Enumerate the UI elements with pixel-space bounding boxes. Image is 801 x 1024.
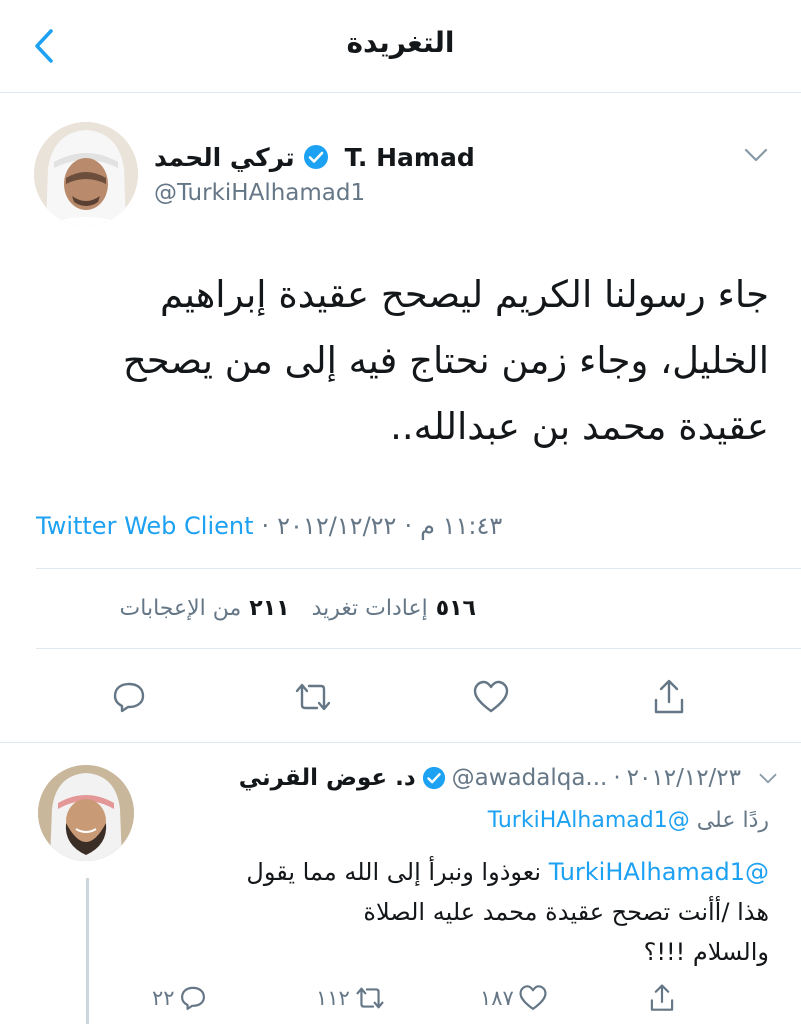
like-count: ١٨٧ (480, 986, 514, 1010)
reply-author-handle[interactable]: @awadalqa... (452, 765, 608, 791)
avatar-image (34, 122, 138, 226)
meta-separator: · (261, 512, 270, 540)
divider (36, 648, 801, 649)
retweets-label: إعادات تغريد (311, 595, 428, 621)
heart-icon (473, 680, 509, 713)
tweet-client-link[interactable]: Twitter Web Client (36, 512, 254, 540)
verified-badge-icon (303, 144, 329, 170)
author-name-arabic: تركي الحمد (154, 142, 295, 172)
share-icon (654, 679, 684, 714)
avatar-image (38, 765, 134, 861)
tweet-time: ١١:٤٣ م (420, 512, 503, 540)
reply-line: @TurkiHAlhamad1 نعوذوا ونبرأ إلى الله مم… (150, 852, 769, 892)
retweets-count: ٥١٦ (435, 595, 476, 621)
reply-author-name[interactable]: د. عوض القرني (239, 765, 416, 791)
reply-line: والسلام !!!؟ (643, 938, 769, 966)
page-title: التغريدة (346, 26, 455, 59)
tweet-stats: ٥١٦ إعادات تغريد ٢١١ من الإعجابات (36, 590, 476, 626)
likes-count: ٢١١ (249, 595, 290, 621)
tweet-line: جاء رسولنا الكريم ليصحح عقيدة إبراهيم (159, 273, 769, 316)
chevron-down-icon (744, 148, 768, 162)
reply-count: ٢٢ (152, 986, 175, 1010)
divider (0, 742, 801, 743)
retweets-stat[interactable]: ٥١٦ إعادات تغريد (312, 596, 476, 621)
likes-label: من الإعجابات (119, 595, 242, 621)
author-name-row[interactable]: تركي الحمد T. Hamad (154, 140, 475, 174)
tweet-meta: Twitter Web Client · ٢٠١٢/١٢/٢٢ · ١١:٤٣ … (36, 508, 502, 544)
tweet-line: عقيدة محمد بن عبدالله.. (390, 405, 769, 448)
reply-options-button[interactable] (759, 773, 777, 784)
reply-like-button[interactable]: ١٨٧ (476, 978, 548, 1018)
chevron-down-icon (759, 773, 777, 783)
reply-date: ٢٠١٢/١٢/٢٣ (626, 765, 741, 791)
reply-body: @TurkiHAlhamad1 نعوذوا ونبرأ إلى الله مم… (150, 852, 769, 972)
author-name-english: T. Hamad (344, 142, 475, 172)
comment-icon (113, 682, 145, 713)
verified-badge-icon (422, 766, 446, 790)
divider (36, 568, 801, 569)
tweet-options-button[interactable] (741, 140, 771, 170)
reply-line: هذا /أأنت تصحح عقيدة محمد عليه الصلاة (363, 898, 769, 926)
replying-to-label: ردًا على (696, 808, 769, 833)
reply-retweet-button[interactable]: ١١٢ (312, 978, 386, 1018)
retweet-icon (356, 987, 384, 1009)
tweet-detail-screen: التغريدة تركي الحمد T. Hamad @TurkiHAlha… (0, 0, 801, 1024)
reply-share-button[interactable] (648, 978, 676, 1018)
top-bar: التغريدة (0, 0, 801, 93)
heart-icon (519, 985, 547, 1010)
replying-to: ردًا على @TurkiHAlhamad1 (150, 808, 769, 833)
meta-separator: · (613, 765, 621, 791)
reply-actions: ٢٢ ١١٢ ١٨٧ (0, 978, 801, 1018)
retweet-count: ١١٢ (316, 986, 350, 1010)
tweet-date: ٢٠١٢/١٢/٢٢ (277, 512, 397, 540)
share-button[interactable] (644, 672, 694, 722)
reply-reply-button[interactable]: ٢٢ (148, 978, 207, 1018)
author-avatar[interactable] (34, 122, 138, 226)
replying-to-mention[interactable]: @TurkiHAlhamad1 (488, 808, 690, 833)
tweet-body: جاء رسولنا الكريم ليصحح عقيدة إبراهيم ال… (36, 262, 769, 460)
like-button[interactable] (466, 672, 516, 722)
retweet-icon (295, 683, 331, 711)
meta-separator: · (404, 512, 413, 540)
reply-author-avatar[interactable] (38, 765, 134, 861)
reply-button[interactable] (104, 672, 154, 722)
tweet-line: الخليل، وجاء زمن نحتاج فيه إلى من يصحح (122, 339, 769, 382)
reply-header: د. عوض القرني @awadalqa... · ٢٠١٢/١٢/٢٣ (150, 760, 777, 796)
comment-icon (180, 986, 205, 1010)
reply-line-text: نعوذوا ونبرأ إلى الله مما يقول (246, 858, 542, 886)
tweet-actions (0, 672, 801, 722)
retweet-button[interactable] (288, 672, 338, 722)
author-handle[interactable]: @TurkiHAlhamad1 (154, 180, 365, 206)
likes-stat[interactable]: ٢١١ من الإعجابات (120, 596, 290, 621)
reply-mention-link[interactable]: @TurkiHAlhamad1 (549, 858, 769, 886)
share-icon (650, 984, 674, 1011)
